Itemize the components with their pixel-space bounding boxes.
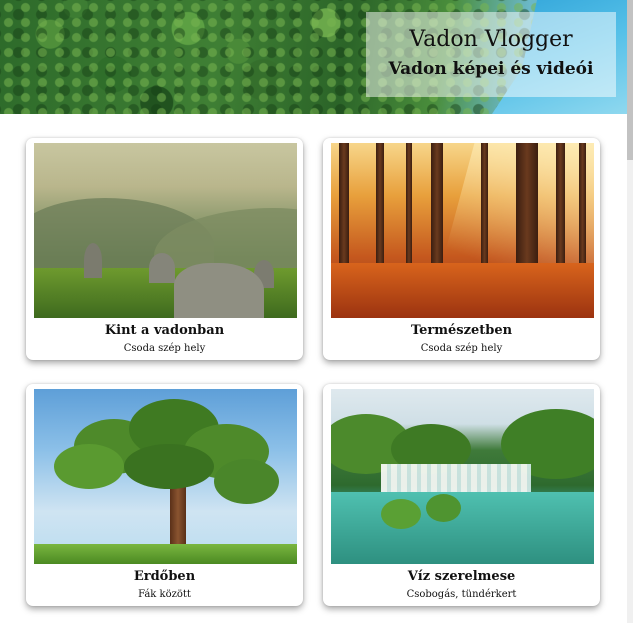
gallery-card[interactable]: Természetben Csoda szép hely — [323, 138, 600, 360]
site-subtitle: Vadon képei és videói — [388, 59, 594, 80]
site-title: Vadon Vlogger — [409, 27, 573, 53]
scrollbar-thumb[interactable] — [627, 0, 633, 160]
gallery-card[interactable]: Víz szerelmese Csobogás, tündérkert — [323, 384, 600, 606]
card-title: Kint a vadonban — [104, 323, 225, 338]
lone-tree-photo[interactable] — [34, 389, 297, 564]
mountain-valley-photo[interactable] — [34, 143, 297, 318]
card-title: Víz szerelmese — [407, 569, 516, 584]
gallery-card[interactable]: Erdőben Fák között — [26, 384, 303, 606]
hero-title-box: Vadon Vlogger Vadon képei és videói — [366, 12, 616, 97]
gallery-card[interactable]: Kint a vadonban Csoda szép hely — [26, 138, 303, 360]
card-description: Csobogás, tündérkert — [406, 589, 517, 600]
hero-banner: Vadon Vlogger Vadon képei és videói — [0, 0, 627, 114]
waterfall-lake-photo[interactable] — [331, 389, 594, 564]
sunlit-forest-photo[interactable] — [331, 143, 594, 318]
card-title: Természetben — [410, 323, 513, 338]
card-description: Csoda szép hely — [420, 343, 503, 354]
card-title: Erdőben — [133, 569, 196, 584]
card-description: Csoda szép hely — [123, 343, 206, 354]
page-scrollbar[interactable] — [627, 0, 633, 623]
card-description: Fák között — [138, 589, 191, 600]
